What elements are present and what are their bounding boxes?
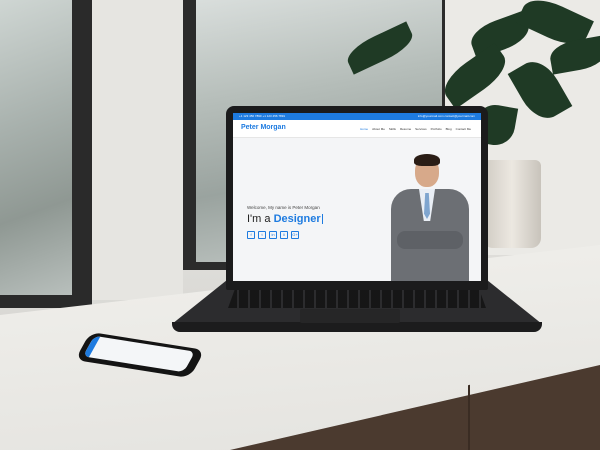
facebook-icon[interactable]: f [247,231,255,239]
social-links: f t in li G+ [247,231,299,239]
site-brand[interactable]: Peter Morgan [241,124,286,131]
laptop-base-edge [172,322,542,332]
hero-welcome-text: Welcome, My name is Peter Morgan [247,205,320,210]
linkedin-icon[interactable]: li [280,231,288,239]
typing-cursor [321,214,323,225]
hero-title-prefix: I'm a [247,213,271,225]
hero-title-highlight: Designer [273,213,321,225]
site-topbar: +1 123 456 7890 +1 123 456 7891 info@you… [233,113,481,120]
menu-item-home[interactable]: Home [360,127,368,131]
site-navbar: Peter Morgan Home About Me Skills Resume… [233,120,481,138]
laptop-screen: +1 123 456 7890 +1 123 456 7891 info@you… [233,113,481,281]
hero-title: I'm a Designer [247,213,323,225]
twitter-icon[interactable]: t [258,231,266,239]
instagram-icon[interactable]: in [269,231,277,239]
portrait-arms [397,231,463,249]
wall [92,0,183,300]
menu-item-about[interactable]: About Me [372,127,385,131]
site-menu: Home About Me Skills Resume Services Por… [360,127,471,131]
cabinet-seam [468,384,470,450]
menu-item-contact[interactable]: Contact Me [456,127,471,131]
topbar-email: info@yourmail.com contact@yourmail.com [417,114,475,118]
laptop-trackpad [300,309,400,323]
hero-portrait [385,153,475,281]
menu-item-blog[interactable]: Blog [446,127,452,131]
portrait-hair [414,154,440,166]
window-glass-left [0,0,72,295]
google-plus-icon[interactable]: G+ [291,231,299,239]
topbar-phone: +1 123 456 7890 +1 123 456 7891 [239,114,286,118]
menu-item-skills[interactable]: Skills [389,127,396,131]
photo-scene: +1 123 456 7890 +1 123 456 7891 info@you… [0,0,600,450]
plant-pot [483,160,541,248]
menu-item-services[interactable]: Services [415,127,427,131]
menu-item-portfolio[interactable]: Portfolio [431,127,442,131]
menu-item-resume[interactable]: Resume [400,127,411,131]
